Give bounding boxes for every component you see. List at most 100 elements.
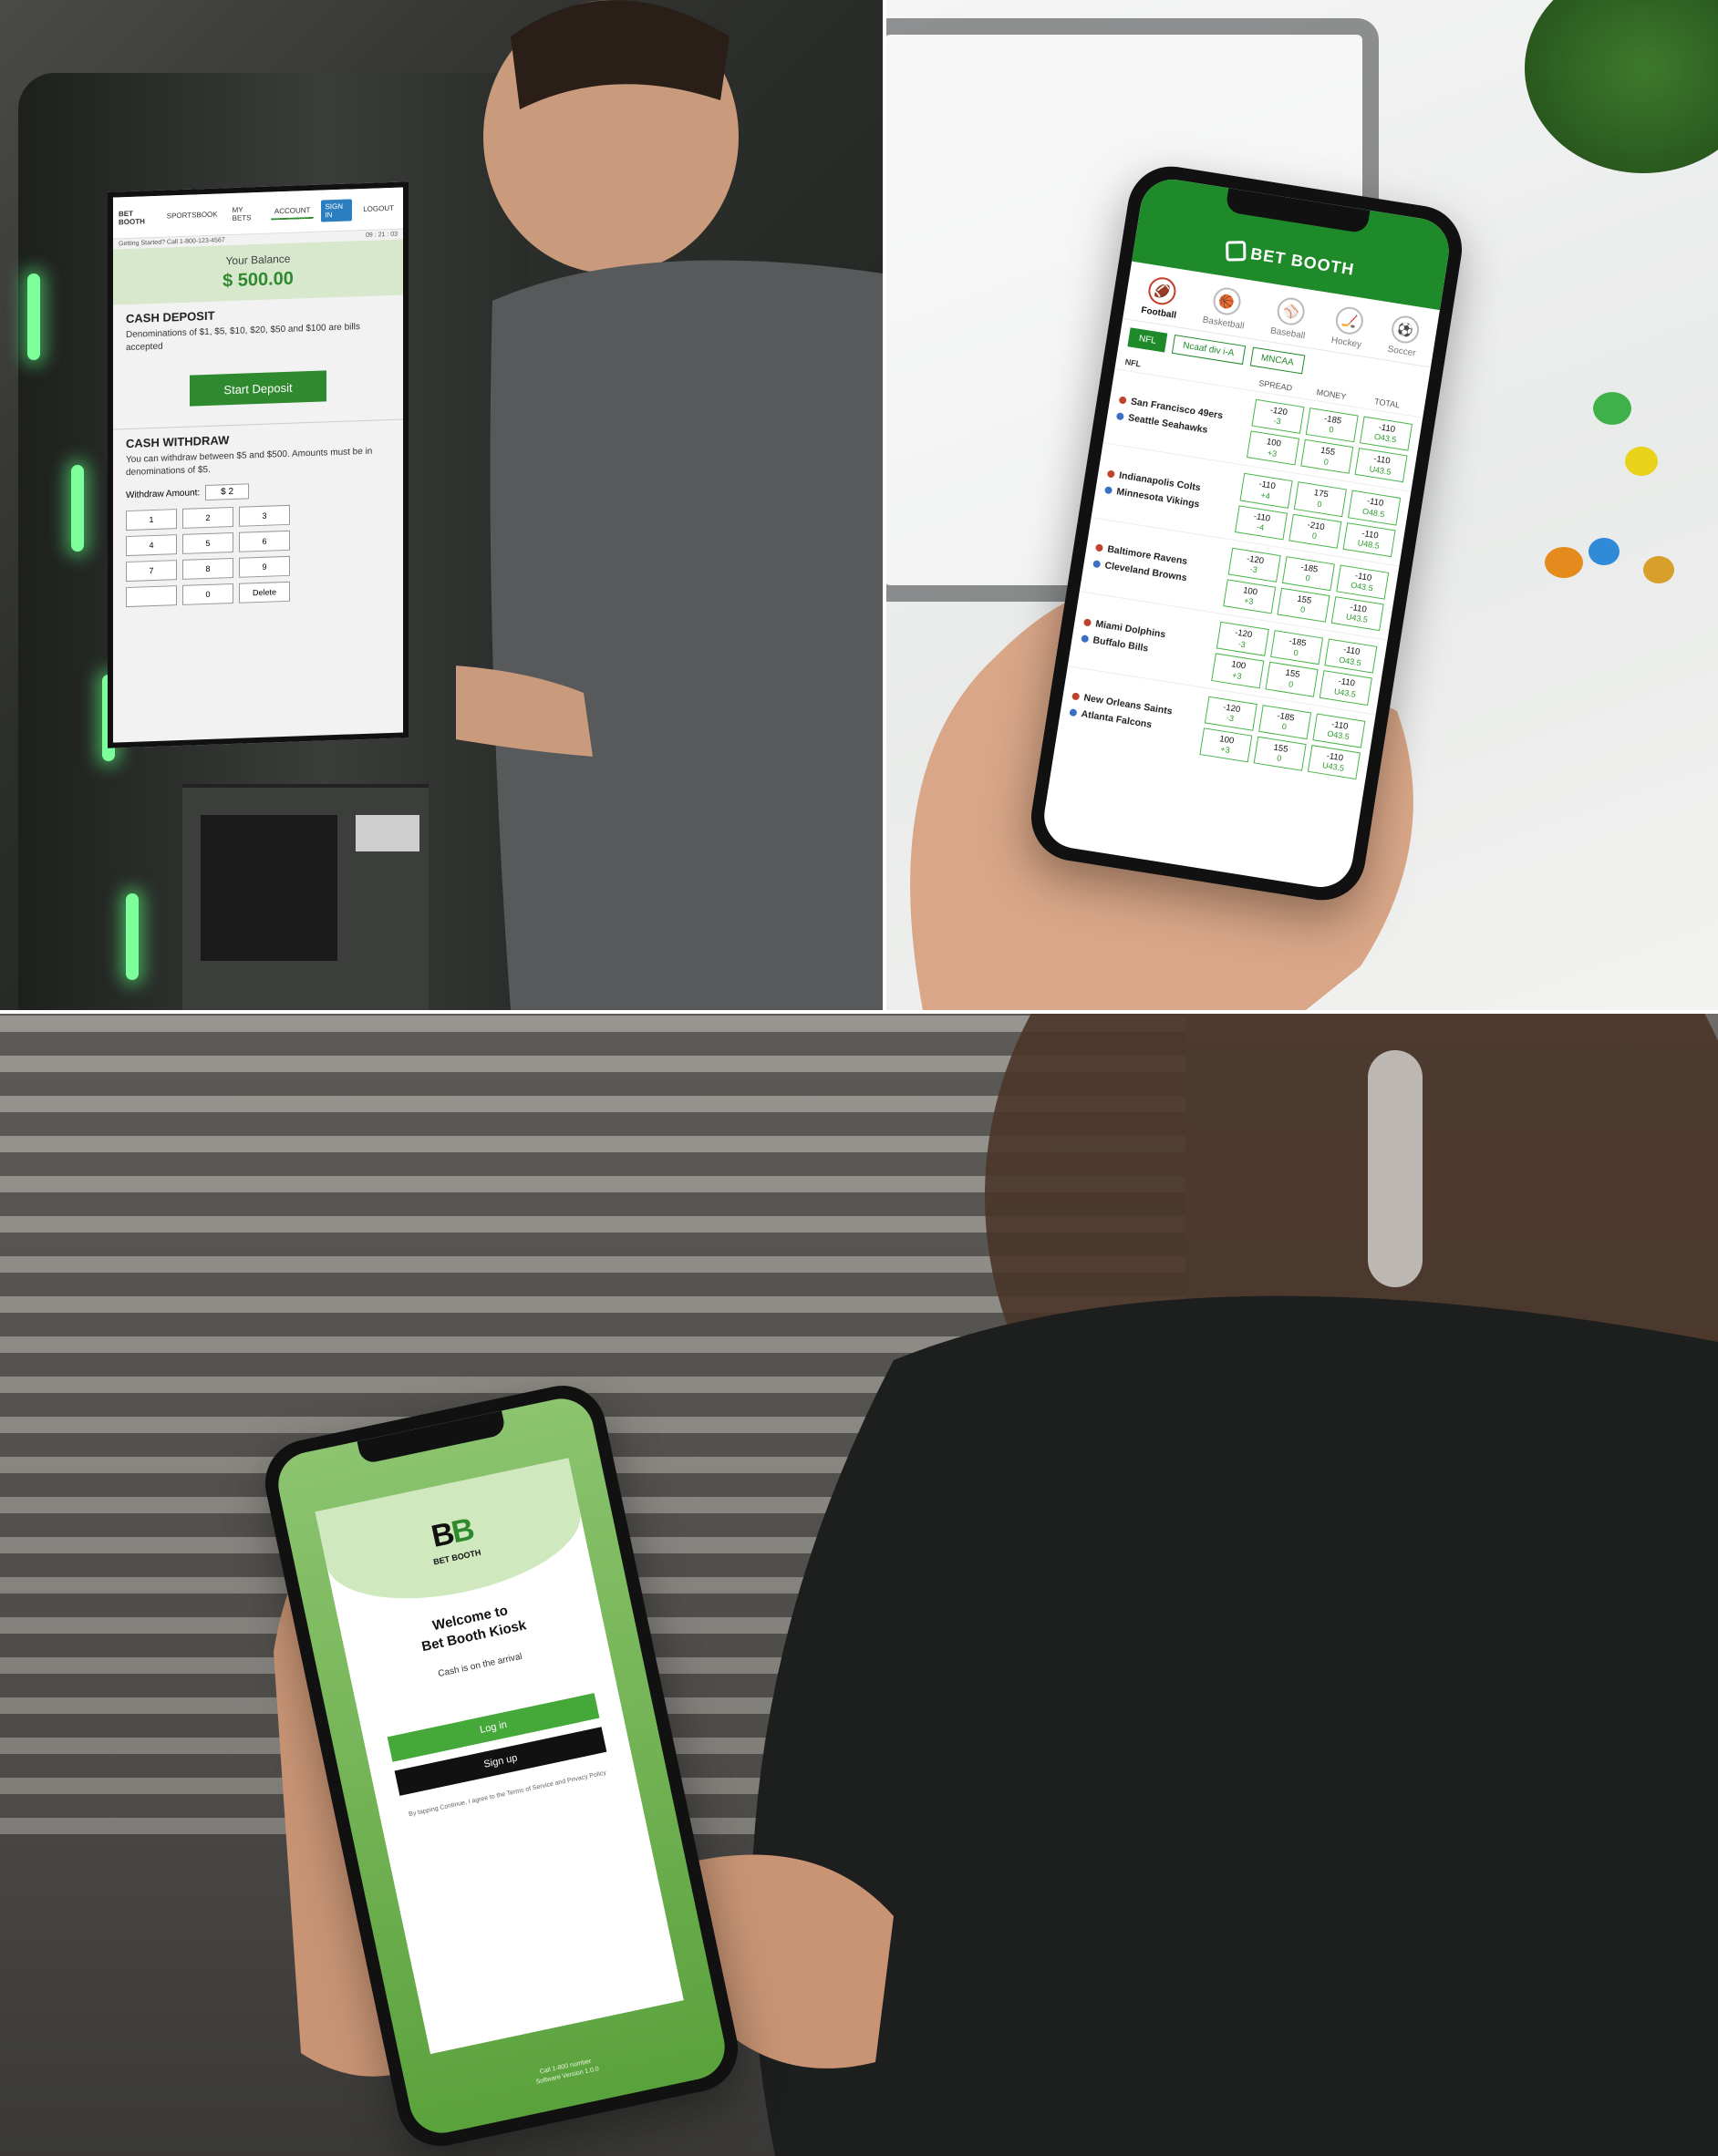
odds-price: -185 (1299, 562, 1320, 575)
keypad-key[interactable]: 7 (126, 560, 177, 583)
team-name: Buffalo Bills (1092, 634, 1150, 655)
odds-price: -185 (1288, 635, 1308, 649)
kiosk-tab-sportsbook[interactable]: SPORTSBOOK (163, 207, 222, 222)
odds-cell[interactable]: -185 0 (1281, 555, 1335, 592)
kiosk-bill-slot (201, 815, 337, 961)
odds-cell[interactable]: -110 O43.5 (1359, 416, 1413, 451)
team-logo-icon (1115, 411, 1124, 421)
kiosk-tab-my-bets[interactable]: MY BETS (229, 201, 264, 224)
odds-cell[interactable]: 100 +3 (1223, 579, 1277, 614)
odds-money: -185 0 155 0 (1300, 407, 1359, 475)
odds-cell[interactable]: -110 O43.5 (1312, 712, 1366, 748)
keypad-key[interactable] (126, 585, 177, 608)
background-candy (1589, 538, 1620, 565)
odds-cell[interactable]: 155 0 (1300, 438, 1354, 475)
kiosk-card-reader (356, 815, 419, 851)
start-deposit-button[interactable]: Start Deposit (190, 370, 326, 407)
keypad-key[interactable]: 8 (182, 557, 233, 580)
kiosk-brand: BET BOOTH (119, 209, 145, 226)
odds-cell[interactable]: -110 U43.5 (1330, 596, 1384, 632)
odds-cell[interactable]: 100 +3 (1246, 430, 1299, 466)
withdraw-amount-row: Withdraw Amount: $ 2 (126, 479, 390, 503)
odds-cell[interactable]: 100 +3 (1199, 727, 1253, 763)
keypad-key[interactable]: 5 (182, 531, 233, 554)
kiosk-logout-button[interactable]: LOGOUT (359, 201, 398, 216)
sport-tab-soccer[interactable]: ⚽ Soccer (1387, 314, 1422, 359)
sportsbook-brand: BET BOOTH (1249, 244, 1356, 279)
odds-cell[interactable]: -185 0 (1258, 704, 1312, 739)
sport-label: Basketball (1201, 315, 1246, 332)
odds-cell[interactable]: -110 U43.5 (1354, 448, 1408, 483)
withdraw-keypad: 1 2 3 4 5 6 7 8 9 0 Delete (126, 504, 290, 608)
sport-tab-baseball[interactable]: ⚾ Baseball (1269, 295, 1310, 341)
cash-withdraw-text: You can withdraw between $5 and $500. Am… (126, 446, 373, 478)
person-at-kiosk (456, 0, 883, 1010)
sport-tab-basketball[interactable]: 🏀 Basketball (1202, 284, 1250, 332)
odds-cell[interactable]: -110 U43.5 (1319, 670, 1372, 706)
sport-tab-hockey[interactable]: 🏒 Hockey (1330, 304, 1367, 350)
odds-money: -185 0 155 0 (1253, 704, 1312, 771)
kiosk-sign-in-button[interactable]: SIGN IN (321, 198, 353, 222)
odds-cell[interactable]: 155 0 (1253, 736, 1307, 771)
odds-cell[interactable]: -210 0 (1288, 513, 1342, 549)
odds-price: -120 (1222, 701, 1242, 715)
odds-columns: -120 -3 100 +3 -185 0 155 0 -110 O43.5 -110 U43.5 (1199, 696, 1366, 780)
keypad-delete-key[interactable]: Delete (239, 581, 290, 603)
team-logo-icon (1082, 618, 1092, 627)
odds-cell[interactable]: 155 0 (1265, 661, 1319, 697)
keypad-key[interactable]: 2 (182, 506, 233, 529)
keypad-key[interactable]: 0 (182, 583, 233, 605)
odds-cell[interactable]: -110 O43.5 (1324, 638, 1378, 674)
league-mncaa[interactable]: MNCAA (1249, 346, 1306, 375)
odds-cell[interactable]: 175 0 (1293, 481, 1347, 517)
odds-cell[interactable]: 155 0 (1277, 587, 1330, 623)
team-logo-icon (1071, 692, 1081, 701)
background-candy (1643, 556, 1674, 583)
odds-cell[interactable]: -120 -3 (1227, 547, 1281, 583)
odds-cell[interactable]: -110 U43.5 (1307, 744, 1361, 780)
odds-price: 155 (1284, 667, 1301, 681)
odds-cell[interactable]: -185 0 (1270, 630, 1324, 665)
team-logo-icon (1094, 543, 1104, 552)
withdraw-amount-input[interactable]: $ 2 (205, 483, 250, 501)
odds-cell[interactable]: -110 O43.5 (1336, 564, 1390, 600)
odds-cell[interactable]: -120 -3 (1204, 696, 1257, 731)
keypad-key[interactable]: 6 (239, 530, 290, 552)
kiosk-tab-account[interactable]: ACCOUNT (270, 202, 315, 221)
odds-price: -110 (1253, 511, 1271, 524)
balance-panel: Your Balance $ 500.00 (113, 239, 403, 305)
odds-cell[interactable]: -120 -3 (1251, 398, 1305, 435)
sport-tab-football[interactable]: 🏈 Football (1141, 274, 1182, 321)
odds-cell[interactable]: -185 0 (1305, 407, 1359, 443)
sport-label: Hockey (1330, 335, 1362, 351)
keypad-key[interactable]: 9 (239, 555, 290, 578)
league-nfl[interactable]: NFL (1127, 327, 1168, 353)
kiosk-led-strip (71, 465, 84, 552)
odds-cell[interactable]: -110 +4 (1239, 473, 1293, 509)
withdraw-amount-label: Withdraw Amount: (126, 488, 201, 501)
team-logo-icon (1069, 708, 1078, 717)
baseball-icon: ⚾ (1275, 295, 1308, 327)
keypad-key[interactable]: 1 (126, 509, 177, 531)
sport-label: Baseball (1269, 325, 1306, 342)
kiosk-screen: BET BOOTH SPORTSBOOK MY BETS ACCOUNT SIG… (108, 181, 409, 748)
odds-price: -185 (1276, 710, 1296, 724)
odds-spread: -120 -3 100 +3 (1199, 696, 1257, 763)
cash-withdraw-section: CASH WITHDRAW You can withdraw between $… (113, 418, 403, 615)
game-teams: Indianapolis Colts Minnesota Vikings (1103, 463, 1243, 522)
keypad-key[interactable]: 3 (239, 504, 290, 527)
league-ncaaf[interactable]: Ncaaf div i-A (1171, 334, 1246, 366)
hockey-icon: 🏒 (1334, 304, 1366, 336)
keypad-key[interactable]: 4 (126, 534, 177, 557)
odds-cell[interactable]: -110 -4 (1235, 504, 1288, 541)
welcome-card: BB BET BOOTH Welcome to Bet Booth Kiosk … (315, 1458, 684, 2055)
bet-booth-logo-icon: BB (429, 1511, 476, 1555)
odds-cell[interactable]: -110 U48.5 (1342, 521, 1396, 557)
odds-price: -120 (1246, 553, 1265, 567)
team-logo-icon (1118, 396, 1127, 405)
odds-price: 155 (1296, 593, 1313, 606)
odds-cell[interactable]: 100 +3 (1211, 653, 1265, 688)
odds-cell[interactable]: -110 O48.5 (1348, 490, 1402, 526)
odds-cell[interactable]: -120 -3 (1216, 621, 1269, 657)
odds-total: -110 O43.5 -110 U43.5 (1330, 564, 1390, 632)
